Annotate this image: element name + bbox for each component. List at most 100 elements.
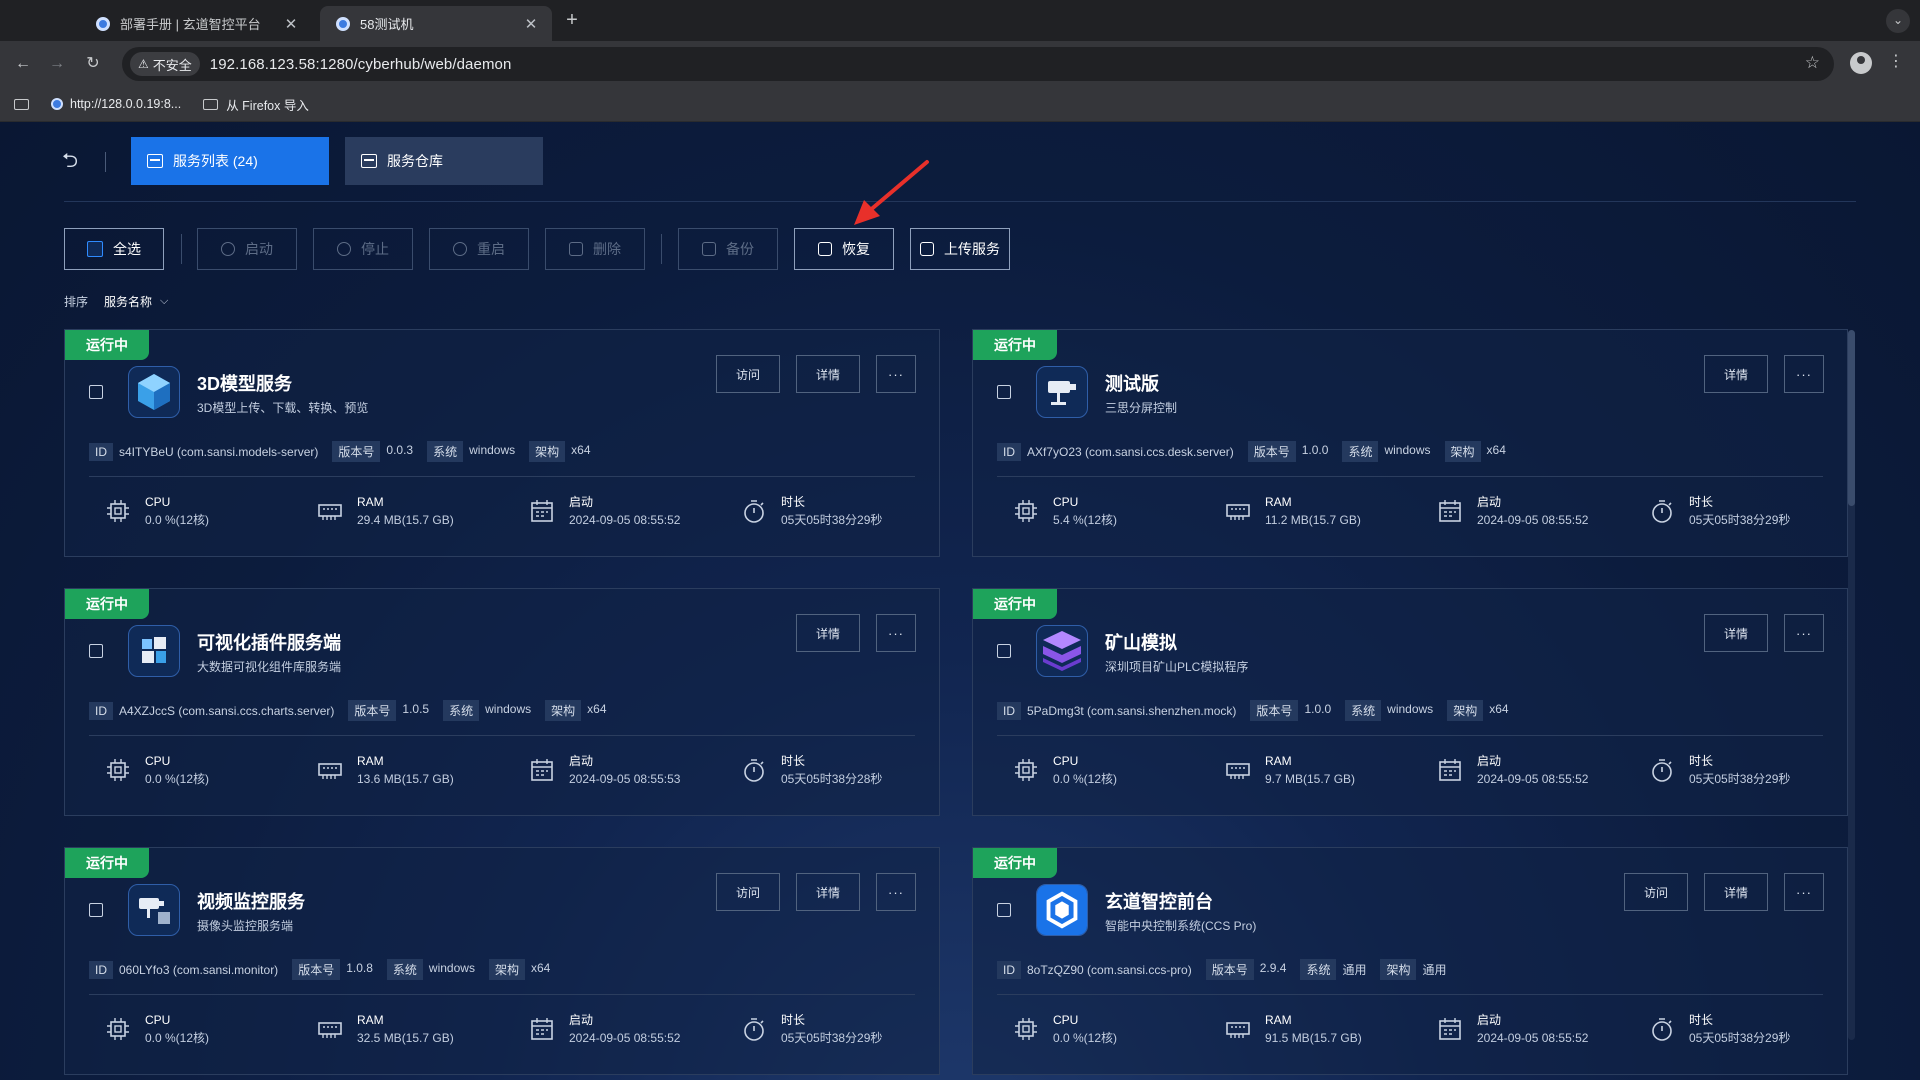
cpu-icon [105, 1016, 131, 1042]
close-icon[interactable]: ✕ [522, 15, 540, 33]
service-checkbox[interactable] [89, 903, 103, 917]
browser-tab-docs[interactable]: 部署手册 | 玄道智控平台 ✕ [80, 6, 312, 41]
browser-tab-active[interactable]: 58测试机 ✕ [320, 6, 552, 41]
id-tag: ID 8oTzQZ90 (com.sansi.ccs-pro) [997, 960, 1198, 979]
back-arrow-icon[interactable]: ← [12, 53, 34, 75]
start-button[interactable]: 启动 [197, 228, 297, 270]
timer-icon [1649, 498, 1675, 524]
apps-folder-icon[interactable] [14, 98, 29, 110]
ram-stat: RAM 13.6 MB(15.7 GB) [317, 753, 454, 789]
address-bar[interactable]: ⚠ 不安全 192.168.123.58:1280/cyberhub/web/d… [122, 47, 1834, 81]
sort-control[interactable]: 排序 服务名称 ⌵ [64, 293, 168, 310]
red-arrow-annotation-icon [854, 160, 929, 225]
detail-button[interactable]: 详情 [796, 873, 860, 911]
select-all-button[interactable]: 全选 [64, 228, 164, 270]
divider [997, 735, 1823, 736]
stat-value: 2024-09-05 08:55:52 [1477, 772, 1589, 786]
tag-value: windows [1387, 702, 1434, 716]
tag-key: 架构 [1444, 441, 1481, 462]
tag-key: 架构 [1380, 959, 1417, 980]
button-label: 备份 [726, 241, 754, 257]
security-indicator[interactable]: ⚠ 不安全 [130, 52, 200, 76]
browser-menu-kebab-icon[interactable]: ⋮ [1888, 51, 1904, 71]
sort-value[interactable]: 服务名称 [104, 293, 152, 310]
new-tab-plus-icon[interactable]: + [562, 9, 582, 32]
visit-button[interactable]: 访问 [716, 355, 780, 393]
tag-value: x64 [1486, 443, 1506, 457]
detail-button[interactable]: 详情 [1704, 355, 1768, 393]
tab-service-list[interactable]: 服务列表 (24) [131, 137, 329, 185]
service-checkbox[interactable] [997, 385, 1011, 399]
button-label: 详情 [815, 885, 840, 900]
service-meta-tags: ID 8oTzQZ90 (com.sansi.ccs-pro) 版本号 2.9.4 系统… [997, 959, 1461, 980]
hexagon-logo-icon [1036, 884, 1088, 936]
more-options-button[interactable]: ··· [1784, 614, 1824, 652]
tab-search-chevron-icon[interactable]: ⌄ [1886, 9, 1910, 33]
service-name: 测试版 [1105, 374, 1159, 394]
detail-button[interactable]: 详情 [796, 614, 860, 652]
bookmark-star-icon[interactable]: ☆ [1805, 53, 1820, 73]
visit-button[interactable]: 访问 [1624, 873, 1688, 911]
more-options-button[interactable]: ··· [1784, 355, 1824, 393]
more-options-button[interactable]: ··· [876, 355, 916, 393]
stat-label: 启动 [569, 495, 594, 509]
tag-value: x64 [571, 443, 591, 457]
service-checkbox[interactable] [997, 644, 1011, 658]
cube-logo-icon [128, 366, 180, 418]
stat-value: 05天05时38分29秒 [781, 513, 883, 527]
scrollbar-thumb[interactable] [1848, 330, 1855, 506]
visit-button[interactable]: 访问 [716, 873, 780, 911]
detail-button[interactable]: 详情 [796, 355, 860, 393]
list-icon [147, 154, 163, 168]
more-icon: ··· [1796, 884, 1812, 900]
stat-value: 05天05时38分29秒 [781, 1031, 883, 1045]
bookmark-folder-firefox[interactable]: 从 Firefox 导入 [203, 95, 309, 114]
service-checkbox[interactable] [89, 385, 103, 399]
stop-button[interactable]: 停止 [313, 228, 413, 270]
more-options-button[interactable]: ··· [876, 873, 916, 911]
stat-label: CPU [1053, 495, 1079, 509]
detail-button[interactable]: 详情 [1704, 614, 1768, 652]
forward-arrow-icon[interactable]: → [46, 53, 68, 75]
stat-value: 13.6 MB(15.7 GB) [357, 772, 454, 786]
close-icon[interactable]: ✕ [282, 15, 300, 33]
arch-tag: 架构 x64 [545, 700, 612, 721]
more-options-button[interactable]: ··· [1784, 873, 1824, 911]
stat-label: 启动 [1477, 1013, 1502, 1027]
service-name: 玄道智控前台 [1105, 892, 1213, 912]
ram-stat: RAM 32.5 MB(15.7 GB) [317, 1012, 454, 1048]
stat-value: 2024-09-05 08:55:52 [569, 513, 681, 527]
url-text[interactable]: 192.168.123.58:1280/cyberhub/web/daemon [210, 56, 512, 73]
bookmark-item[interactable]: http://128.0.0.19:8... [51, 97, 181, 111]
divider [997, 994, 1823, 995]
browser-tab-bar: 部署手册 | 玄道智控平台 ✕ 58测试机 ✕ + ⌄ [0, 0, 1920, 41]
service-meta-tags: ID A4XZJccS (com.sansi.ccs.charts.server)… [89, 700, 621, 721]
service-name: 可视化插件服务端 [197, 633, 341, 653]
service-checkbox[interactable] [89, 644, 103, 658]
cpu-icon [1013, 1016, 1039, 1042]
tag-key: 版本号 [1205, 959, 1254, 980]
more-options-button[interactable]: ··· [876, 614, 916, 652]
calendar-icon [1437, 1016, 1463, 1042]
tag-value: x64 [530, 961, 551, 975]
tag-value: x64 [587, 702, 607, 716]
service-checkbox[interactable] [997, 903, 1011, 917]
stat-value: 05天05时38分29秒 [1689, 772, 1791, 786]
timer-icon [1649, 1016, 1675, 1042]
service-meta-tags: ID s4ITYBeU (com.sansi.models-server) 版本号 0… [89, 441, 605, 462]
backup-button[interactable]: 备份 [678, 228, 778, 270]
timer-icon [741, 498, 767, 524]
undo-back-icon[interactable]: ⮌ [62, 149, 86, 173]
detail-button[interactable]: 详情 [1704, 873, 1768, 911]
calendar-icon [529, 498, 555, 524]
chevron-down-icon[interactable]: ⌵ [160, 295, 168, 308]
reload-icon[interactable]: ↻ [82, 53, 104, 75]
profile-avatar-icon[interactable] [1850, 52, 1872, 74]
stop-icon [337, 242, 351, 256]
tab-service-repo[interactable]: 服务仓库 [345, 137, 543, 185]
tag-key: 系统 [427, 441, 464, 462]
stat-value: 0.0 %(12核) [1053, 1031, 1118, 1045]
delete-button[interactable]: 删除 [545, 228, 645, 270]
calendar-icon [1437, 757, 1463, 783]
restart-button[interactable]: 重启 [429, 228, 529, 270]
